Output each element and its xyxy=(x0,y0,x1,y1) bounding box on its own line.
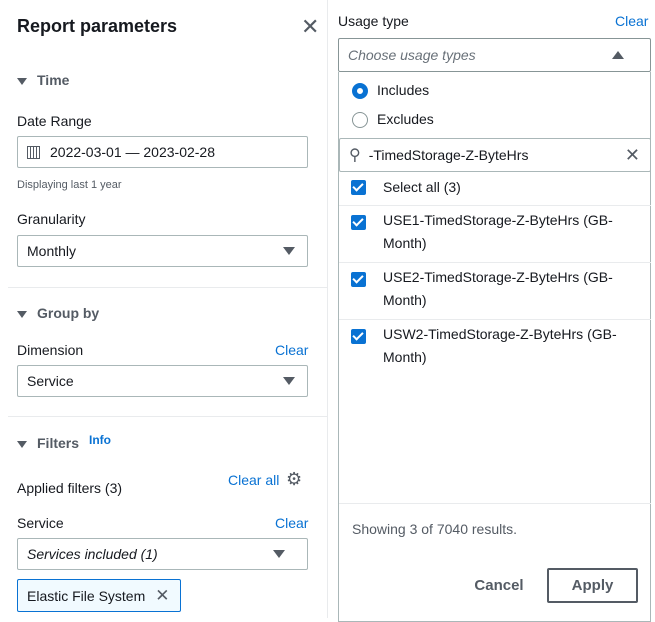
includes-radio[interactable] xyxy=(352,83,368,99)
filters-info-link[interactable]: Info xyxy=(89,433,111,447)
divider xyxy=(339,205,651,206)
dimension-clear-link[interactable]: Clear xyxy=(275,342,308,358)
caret-down-icon xyxy=(17,310,27,318)
date-range-label: Date Range xyxy=(17,113,92,129)
cancel-button[interactable]: Cancel xyxy=(464,569,534,602)
date-range-input[interactable]: 2022-03-01 — 2023-02-28 xyxy=(17,136,308,168)
option-checkbox[interactable] xyxy=(351,215,366,230)
option-label[interactable]: USW2-TimedStorage-Z-ByteHrs (GB-Month) xyxy=(383,323,640,369)
results-count: Showing 3 of 7040 results. xyxy=(352,521,517,537)
apply-button[interactable]: Apply xyxy=(547,568,638,603)
dimension-select[interactable]: Service xyxy=(17,365,308,397)
granularity-value: Monthly xyxy=(27,243,77,259)
calendar-icon xyxy=(27,145,40,159)
service-clear-link[interactable]: Clear xyxy=(275,515,308,531)
option-checkbox[interactable] xyxy=(351,272,366,287)
service-label: Service xyxy=(17,515,64,531)
divider xyxy=(8,416,328,417)
caret-down-icon xyxy=(17,440,27,448)
option-label[interactable]: USE1-TimedStorage-Z-ByteHrs (GB-Month) xyxy=(383,209,640,255)
date-range-hint: Displaying last 1 year xyxy=(17,179,122,191)
option-checkbox[interactable] xyxy=(351,329,366,344)
search-icon: ⚲ xyxy=(349,147,361,164)
option-label[interactable]: USE2-TimedStorage-Z-ByteHrs (GB-Month) xyxy=(383,266,640,312)
granularity-select[interactable]: Monthly xyxy=(17,235,308,267)
divider xyxy=(339,262,651,263)
panel-title: Report parameters xyxy=(17,16,178,36)
divider xyxy=(339,503,651,504)
dimension-label: Dimension xyxy=(17,342,84,358)
usage-type-dropdown: Includes Excludes ⚲ -TimedStorage-Z-Byte… xyxy=(338,72,651,622)
includes-label: Includes xyxy=(377,82,430,98)
select-all-checkbox[interactable] xyxy=(351,180,366,195)
usage-type-select[interactable]: Choose usage types xyxy=(338,38,651,72)
divider xyxy=(339,319,651,320)
caret-down-icon xyxy=(17,77,27,85)
report-parameters-panel: Report parameters ✕ Time Date Range 2022… xyxy=(0,0,328,618)
caret-down-icon xyxy=(283,377,295,385)
dimension-value: Service xyxy=(27,373,74,389)
search-value: -TimedStorage-Z-ByteHrs xyxy=(368,147,529,163)
clear-search-icon[interactable]: ✕ xyxy=(625,145,640,166)
caret-up-icon xyxy=(612,51,624,59)
granularity-label: Granularity xyxy=(17,211,86,227)
caret-down-icon xyxy=(283,247,295,255)
usage-type-placeholder: Choose usage types xyxy=(348,47,476,63)
time-section-toggle[interactable]: Time xyxy=(17,72,69,88)
usage-type-clear-link[interactable]: Clear xyxy=(615,13,648,29)
divider xyxy=(8,287,328,288)
select-all-label: Select all (3) xyxy=(383,179,461,195)
clear-all-link[interactable]: Clear all xyxy=(228,472,279,488)
usage-type-label: Usage type xyxy=(338,13,409,29)
service-value: Services included (1) xyxy=(27,546,158,562)
filters-heading: Filters xyxy=(37,435,80,451)
excludes-radio[interactable] xyxy=(352,112,368,128)
excludes-label: Excludes xyxy=(377,111,434,127)
token-label: Elastic File System xyxy=(27,587,146,604)
remove-token-icon[interactable]: ✕ xyxy=(155,586,169,606)
date-range-value: 2022-03-01 — 2023-02-28 xyxy=(50,144,216,160)
filters-section-toggle[interactable]: Filters xyxy=(17,435,79,451)
usage-search-input[interactable]: ⚲ -TimedStorage-Z-ByteHrs ✕ xyxy=(339,138,651,172)
time-heading: Time xyxy=(37,72,70,88)
caret-down-icon xyxy=(273,550,285,558)
applied-filters-label: Applied filters (3) xyxy=(17,480,123,496)
group-by-section-toggle[interactable]: Group by xyxy=(17,305,99,321)
close-icon[interactable]: ✕ xyxy=(301,14,319,40)
gear-icon[interactable]: ⚙ xyxy=(286,469,302,490)
service-token: Elastic File System ✕ xyxy=(17,579,181,612)
service-select[interactable]: Services included (1) xyxy=(17,538,308,570)
group-by-heading: Group by xyxy=(37,305,100,321)
